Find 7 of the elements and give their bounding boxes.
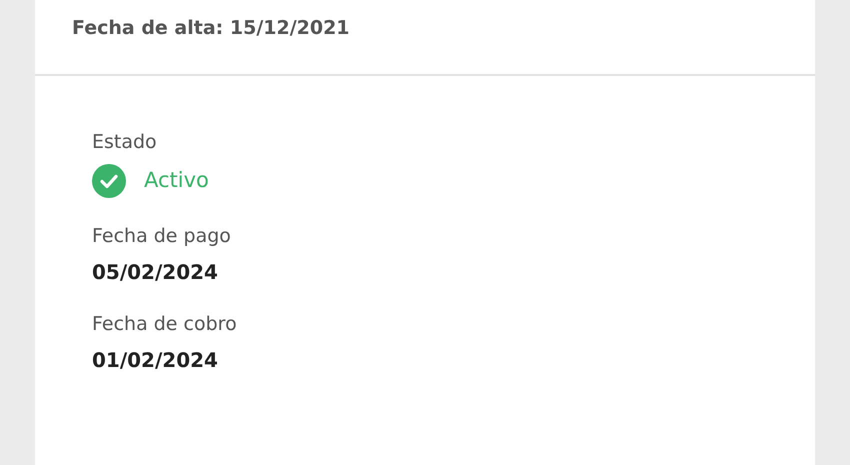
registration-date: Fecha de alta: 15/12/2021 — [72, 17, 350, 39]
field-label: Estado — [92, 130, 158, 154]
field-label: Fecha de pago — [92, 224, 232, 248]
field-value: 01/02/2024 — [92, 347, 219, 374]
field-value: 05/02/2024 — [92, 259, 219, 286]
field-label: Fecha de cobro — [92, 312, 238, 336]
status-value: Activo — [144, 167, 209, 194]
